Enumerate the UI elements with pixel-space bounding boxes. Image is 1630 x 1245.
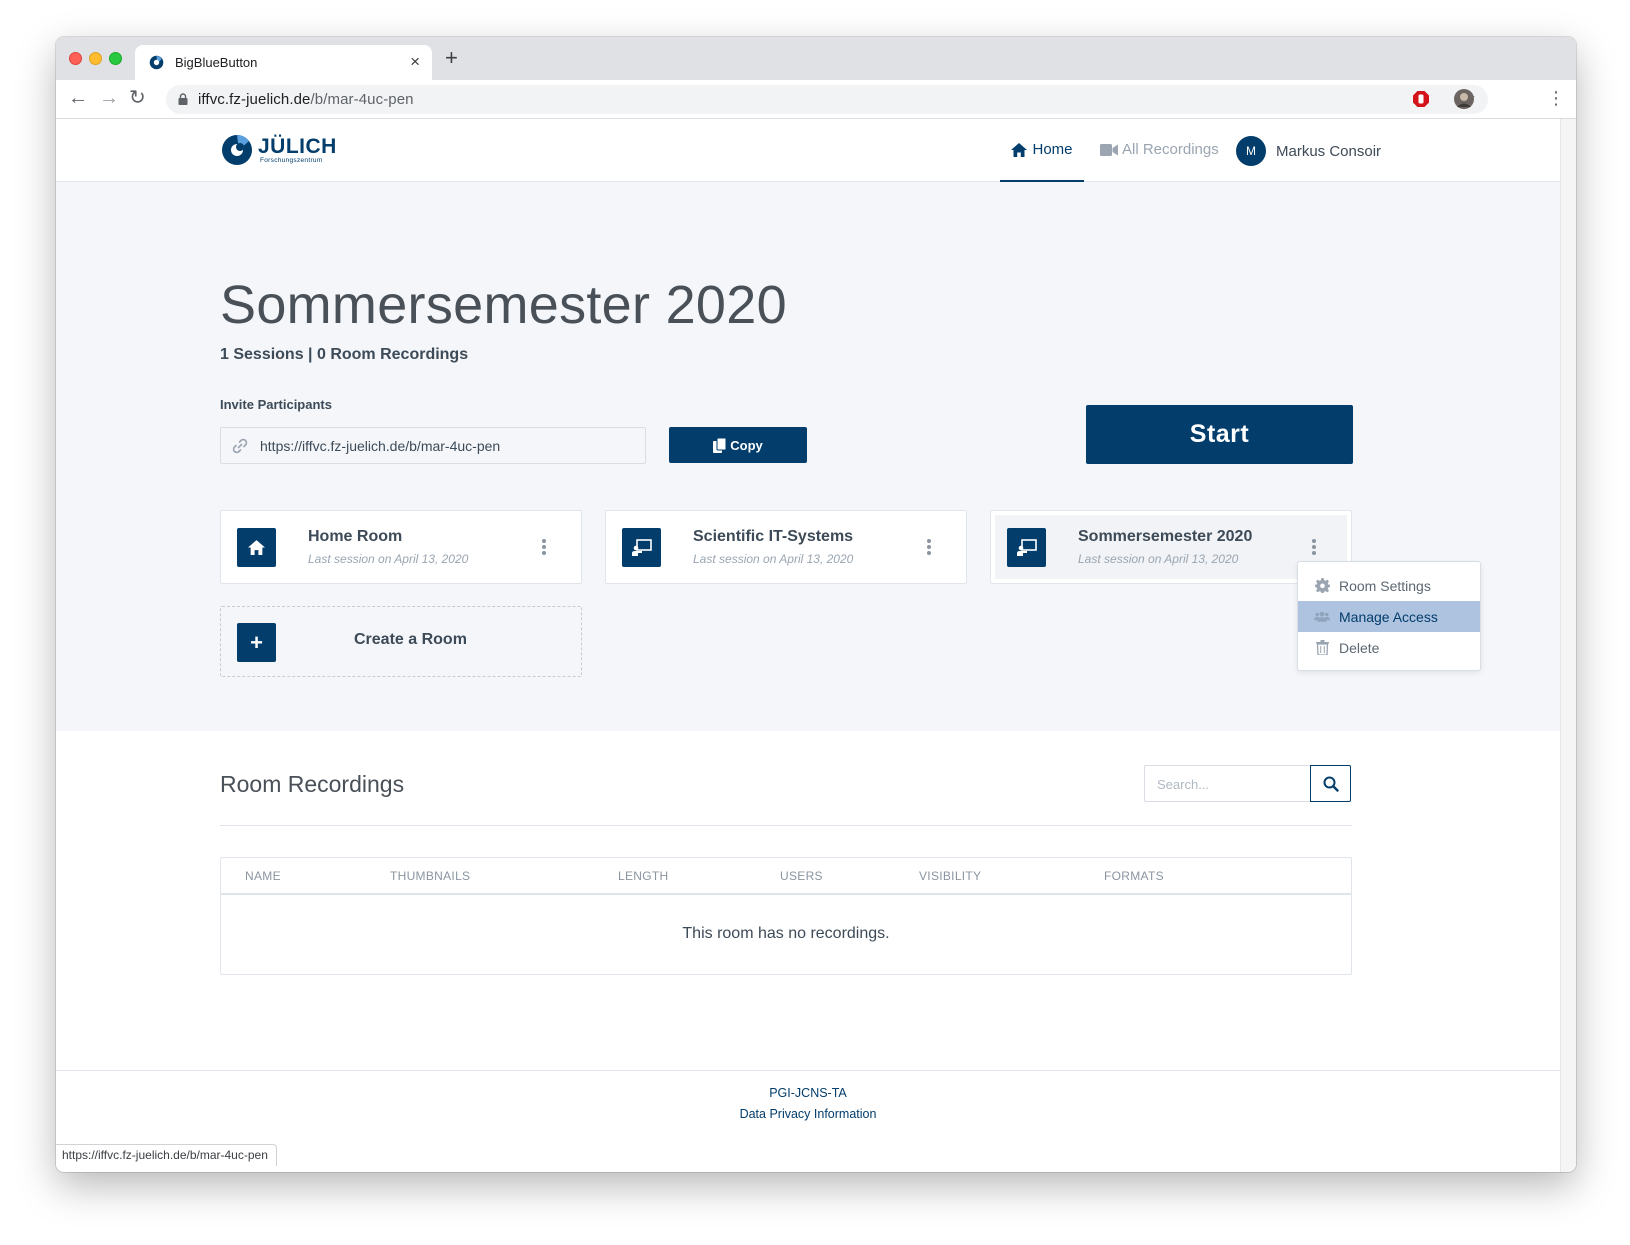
invite-url: https://iffvc.fz-juelich.de/b/mar-4uc-pe… — [260, 438, 501, 454]
copy-button[interactable]: Copy — [669, 427, 807, 463]
julich-logo[interactable]: JÜLICH Forschungszentrum — [220, 133, 337, 167]
lock-icon — [178, 93, 188, 105]
address-bar[interactable]: iffvc.fz-juelich.de/b/mar-4uc-pen ☆ — [166, 85, 1488, 114]
recordings-table: NAME THUMBNAILS LENGTH USERS VISIBILITY … — [220, 857, 1352, 975]
nav-home-label: Home — [1032, 141, 1073, 158]
column-header[interactable]: THUMBNAILS — [390, 869, 470, 883]
new-tab-button[interactable]: + — [445, 45, 458, 71]
home-icon — [237, 528, 276, 567]
column-header[interactable]: VISIBILITY — [919, 869, 981, 883]
search-icon — [1323, 776, 1339, 792]
room-card-inner: Home Room Last session on April 13, 2020 — [225, 515, 577, 579]
browser-menu-icon[interactable]: ⋮ — [1547, 88, 1565, 108]
footer-link-privacy[interactable]: Data Privacy Information — [56, 1107, 1560, 1121]
forward-arrow-icon[interactable]: → — [99, 88, 119, 108]
start-button[interactable]: Start — [1086, 405, 1353, 464]
logo-name: JÜLICH — [258, 134, 337, 158]
footer-divider — [56, 1070, 1560, 1071]
copy-label: Copy — [730, 437, 763, 453]
trash-icon — [1314, 640, 1330, 656]
tab-close-icon[interactable]: × — [410, 52, 420, 72]
link-icon — [232, 438, 248, 454]
room-card-session: Last session on April 13, 2020 — [1078, 552, 1239, 566]
menu-item-label: Manage Access — [1339, 608, 1438, 625]
menu-item-room-settings[interactable]: Room Settings — [1298, 570, 1480, 601]
recordings-title: Room Recordings — [220, 771, 405, 797]
presentation-icon — [1007, 528, 1046, 567]
invite-label: Invite Participants — [220, 397, 332, 412]
tab-title: BigBlueButton — [175, 55, 258, 70]
logo-text: JÜLICH Forschungszentrum — [258, 134, 337, 164]
column-header[interactable]: USERS — [780, 869, 823, 883]
room-card-name: Sommersemester 2020 — [1078, 528, 1253, 545]
back-arrow-icon[interactable]: ← — [68, 88, 88, 108]
user-menu[interactable]: M Markus Consoir — [1236, 136, 1381, 166]
room-card-name: Home Room — [308, 528, 403, 545]
browser-tab[interactable]: BigBlueButton × — [135, 45, 432, 80]
url-host: iffvc.fz-juelich.de — [198, 91, 311, 108]
maximize-window-button[interactable] — [109, 52, 122, 65]
gear-icon — [1314, 578, 1330, 594]
room-card-scientific-it[interactable]: Scientific IT-Systems Last session on Ap… — [605, 510, 967, 584]
julich-logo-mark-icon — [222, 135, 252, 165]
create-room-card[interactable]: + Create a Room — [220, 606, 582, 677]
column-header[interactable]: NAME — [245, 869, 281, 883]
room-options-icon[interactable] — [537, 539, 551, 559]
menu-item-label: Delete — [1339, 639, 1380, 656]
logo-subtitle: Forschungszentrum — [260, 156, 323, 164]
avatar: M — [1236, 136, 1266, 166]
room-options-icon[interactable] — [1307, 539, 1321, 559]
video-camera-icon — [1100, 143, 1118, 156]
room-card-inner: Sommersemester 2020 Last session on Apri… — [995, 515, 1347, 579]
plus-icon: + — [237, 623, 276, 662]
users-icon — [1314, 609, 1330, 625]
room-stats: 1 Sessions | 0 Room Recordings — [220, 346, 469, 363]
room-title: Sommersemester 2020 — [220, 275, 787, 335]
room-options-menu: Room Settings Manage Access Delete — [1297, 561, 1481, 671]
column-header[interactable]: LENGTH — [618, 869, 668, 883]
profile-avatar-icon[interactable] — [1454, 89, 1474, 109]
julich-favicon-icon — [149, 55, 164, 70]
menu-item-delete[interactable]: Delete — [1298, 632, 1480, 663]
recordings-empty-message: This room has no recordings. — [682, 925, 890, 942]
menu-item-label: Room Settings — [1339, 577, 1431, 594]
footer-link-pgi[interactable]: PGI-JCNS-TA — [56, 1086, 1560, 1100]
room-card-name: Scientific IT-Systems — [693, 528, 854, 545]
site-header: JÜLICH Forschungszentrum Home All Record… — [56, 119, 1560, 182]
search-button[interactable] — [1310, 765, 1351, 802]
room-card-session: Last session on April 13, 2020 — [308, 552, 469, 566]
invite-url-field[interactable]: https://iffvc.fz-juelich.de/b/mar-4uc-pe… — [220, 427, 646, 464]
copy-icon — [713, 437, 727, 453]
close-window-button[interactable] — [69, 52, 82, 65]
room-options-icon[interactable] — [922, 539, 936, 559]
room-card-inner: Scientific IT-Systems Last session on Ap… — [610, 515, 962, 579]
menu-item-manage-access[interactable]: Manage Access — [1298, 601, 1480, 632]
adblock-extension-icon[interactable] — [1412, 90, 1430, 108]
nav-recordings-label: All Recordings — [1122, 141, 1219, 158]
recordings-divider — [220, 825, 1352, 826]
url-path: /b/mar-4uc-pen — [310, 91, 414, 108]
status-bar-url: https://iffvc.fz-juelich.de/b/mar-4uc-pe… — [56, 1144, 277, 1166]
browser-window: BigBlueButton × + ← → ↻ iffvc.fz-juelich… — [56, 37, 1576, 1172]
presentation-icon — [622, 528, 661, 567]
nav-home-tab[interactable]: Home — [1000, 119, 1084, 182]
recordings-table-header: NAME THUMBNAILS LENGTH USERS VISIBILITY … — [221, 858, 1351, 895]
user-name: Markus Consoir — [1276, 142, 1382, 160]
home-icon — [1011, 142, 1028, 157]
room-card-session: Last session on April 13, 2020 — [693, 552, 854, 566]
column-header[interactable]: FORMATS — [1104, 869, 1164, 883]
recordings-search-input[interactable]: Search... — [1144, 765, 1310, 802]
room-hero: Sommersemester 2020 1 Sessions | 0 Room … — [56, 182, 1560, 731]
browser-toolbar: ← → ↻ iffvc.fz-juelich.de/b/mar-4uc-pen … — [56, 80, 1576, 119]
page-viewport: JÜLICH Forschungszentrum Home All Record… — [56, 119, 1560, 1172]
room-card-home[interactable]: Home Room Last session on April 13, 2020 — [220, 510, 582, 584]
create-room-label: Create a Room — [354, 631, 467, 648]
nav-all-recordings-tab[interactable]: All Recordings — [1100, 141, 1219, 158]
reload-icon[interactable]: ↻ — [129, 88, 146, 108]
minimize-window-button[interactable] — [89, 52, 102, 65]
scrollbar[interactable] — [1560, 119, 1576, 1172]
url-text: iffvc.fz-juelich.de/b/mar-4uc-pen — [198, 91, 414, 108]
tab-strip: BigBlueButton × + — [56, 37, 1576, 80]
